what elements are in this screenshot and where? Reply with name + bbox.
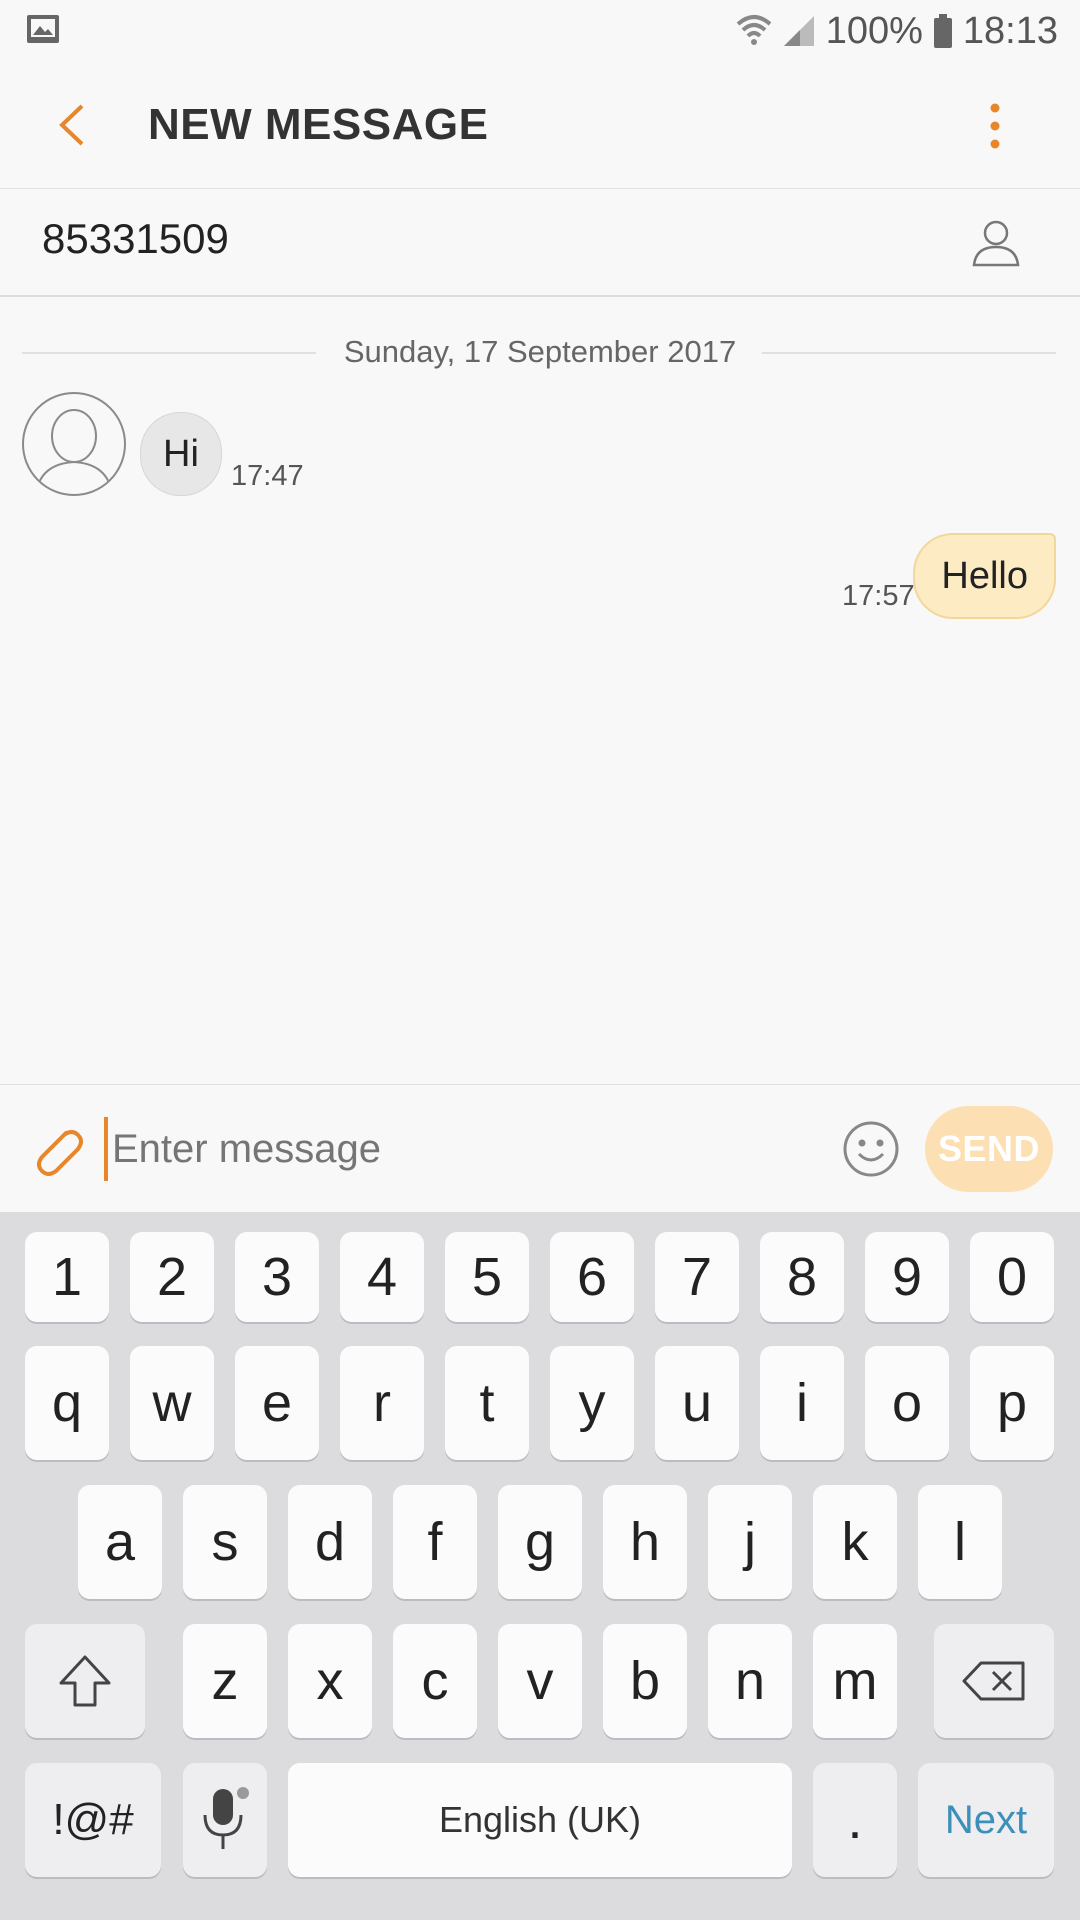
clock: 18:13: [962, 9, 1058, 52]
key-h[interactable]: h: [603, 1485, 687, 1599]
next-key[interactable]: Next: [918, 1763, 1054, 1877]
recipient-bar: 85331509: [0, 189, 1080, 297]
key-c[interactable]: c: [393, 1624, 477, 1738]
key-8[interactable]: 8: [760, 1232, 844, 1322]
send-button[interactable]: SEND: [925, 1106, 1053, 1192]
message-input[interactable]: [104, 1117, 812, 1181]
avatar[interactable]: [22, 392, 126, 496]
composer-bar: SEND: [0, 1084, 1080, 1213]
page-title: NEW MESSAGE: [148, 100, 489, 149]
key-7[interactable]: 7: [655, 1232, 739, 1322]
key-l[interactable]: l: [918, 1485, 1002, 1599]
key-o[interactable]: o: [865, 1346, 949, 1460]
key-5[interactable]: 5: [445, 1232, 529, 1322]
battery-text: 100%: [825, 9, 923, 52]
gallery-icon: [26, 14, 60, 49]
key-9[interactable]: 9: [865, 1232, 949, 1322]
mic-icon: [203, 1787, 249, 1849]
battery-icon: [933, 14, 953, 48]
shift-key[interactable]: [25, 1624, 145, 1738]
space-key[interactable]: English (UK): [288, 1763, 792, 1877]
key-3[interactable]: 3: [235, 1232, 319, 1322]
key-0[interactable]: 0: [970, 1232, 1054, 1322]
outgoing-message-time: 17:57: [842, 580, 915, 612]
key-w[interactable]: w: [130, 1346, 214, 1460]
key-4[interactable]: 4: [340, 1232, 424, 1322]
key-e[interactable]: e: [235, 1346, 319, 1460]
key-d[interactable]: d: [288, 1485, 372, 1599]
key-v[interactable]: v: [498, 1624, 582, 1738]
back-icon[interactable]: [50, 100, 100, 150]
recipient-number[interactable]: 85331509: [42, 215, 229, 263]
app-bar: NEW MESSAGE: [0, 62, 1080, 189]
key-g[interactable]: g: [498, 1485, 582, 1599]
key-i[interactable]: i: [760, 1346, 844, 1460]
status-bar: 100% 18:13: [0, 0, 1080, 62]
key-j[interactable]: j: [708, 1485, 792, 1599]
key-t[interactable]: t: [445, 1346, 529, 1460]
attach-icon[interactable]: [28, 1119, 84, 1184]
key-x[interactable]: x: [288, 1624, 372, 1738]
key-f[interactable]: f: [393, 1485, 477, 1599]
key-s[interactable]: s: [183, 1485, 267, 1599]
key-p[interactable]: p: [970, 1346, 1054, 1460]
backspace-icon: [962, 1661, 1025, 1701]
key-m[interactable]: m: [813, 1624, 897, 1738]
status-icons: 100% 18:13: [736, 8, 1058, 54]
key-u[interactable]: u: [655, 1346, 739, 1460]
key-k[interactable]: k: [813, 1485, 897, 1599]
key-n[interactable]: n: [708, 1624, 792, 1738]
key-r[interactable]: r: [340, 1346, 424, 1460]
outgoing-message-bubble[interactable]: Hello: [913, 533, 1056, 619]
emoji-icon[interactable]: [842, 1120, 900, 1183]
date-separator: Sunday, 17 September 2017: [343, 334, 737, 369]
symbols-key[interactable]: !@#: [25, 1763, 161, 1877]
wifi-icon: [736, 14, 772, 48]
key-z[interactable]: z: [183, 1624, 267, 1738]
signal-icon: [782, 14, 816, 48]
incoming-message-bubble[interactable]: Hi: [140, 412, 222, 496]
key-a[interactable]: a: [78, 1485, 162, 1599]
period-key[interactable]: .: [813, 1763, 897, 1877]
key-2[interactable]: 2: [130, 1232, 214, 1322]
backspace-key[interactable]: [934, 1624, 1054, 1738]
shift-icon: [59, 1655, 111, 1707]
key-b[interactable]: b: [603, 1624, 687, 1738]
key-q[interactable]: q: [25, 1346, 109, 1460]
more-icon[interactable]: [978, 102, 1012, 150]
key-6[interactable]: 6: [550, 1232, 634, 1322]
voice-input-key[interactable]: [183, 1763, 267, 1877]
keyboard: 1 2 3 4 5 6 7 8 9 0 q w e r t y u i o p …: [0, 1212, 1080, 1920]
key-y[interactable]: y: [550, 1346, 634, 1460]
key-1[interactable]: 1: [25, 1232, 109, 1322]
contact-icon[interactable]: [970, 217, 1022, 274]
incoming-message-time: 17:47: [231, 460, 304, 492]
